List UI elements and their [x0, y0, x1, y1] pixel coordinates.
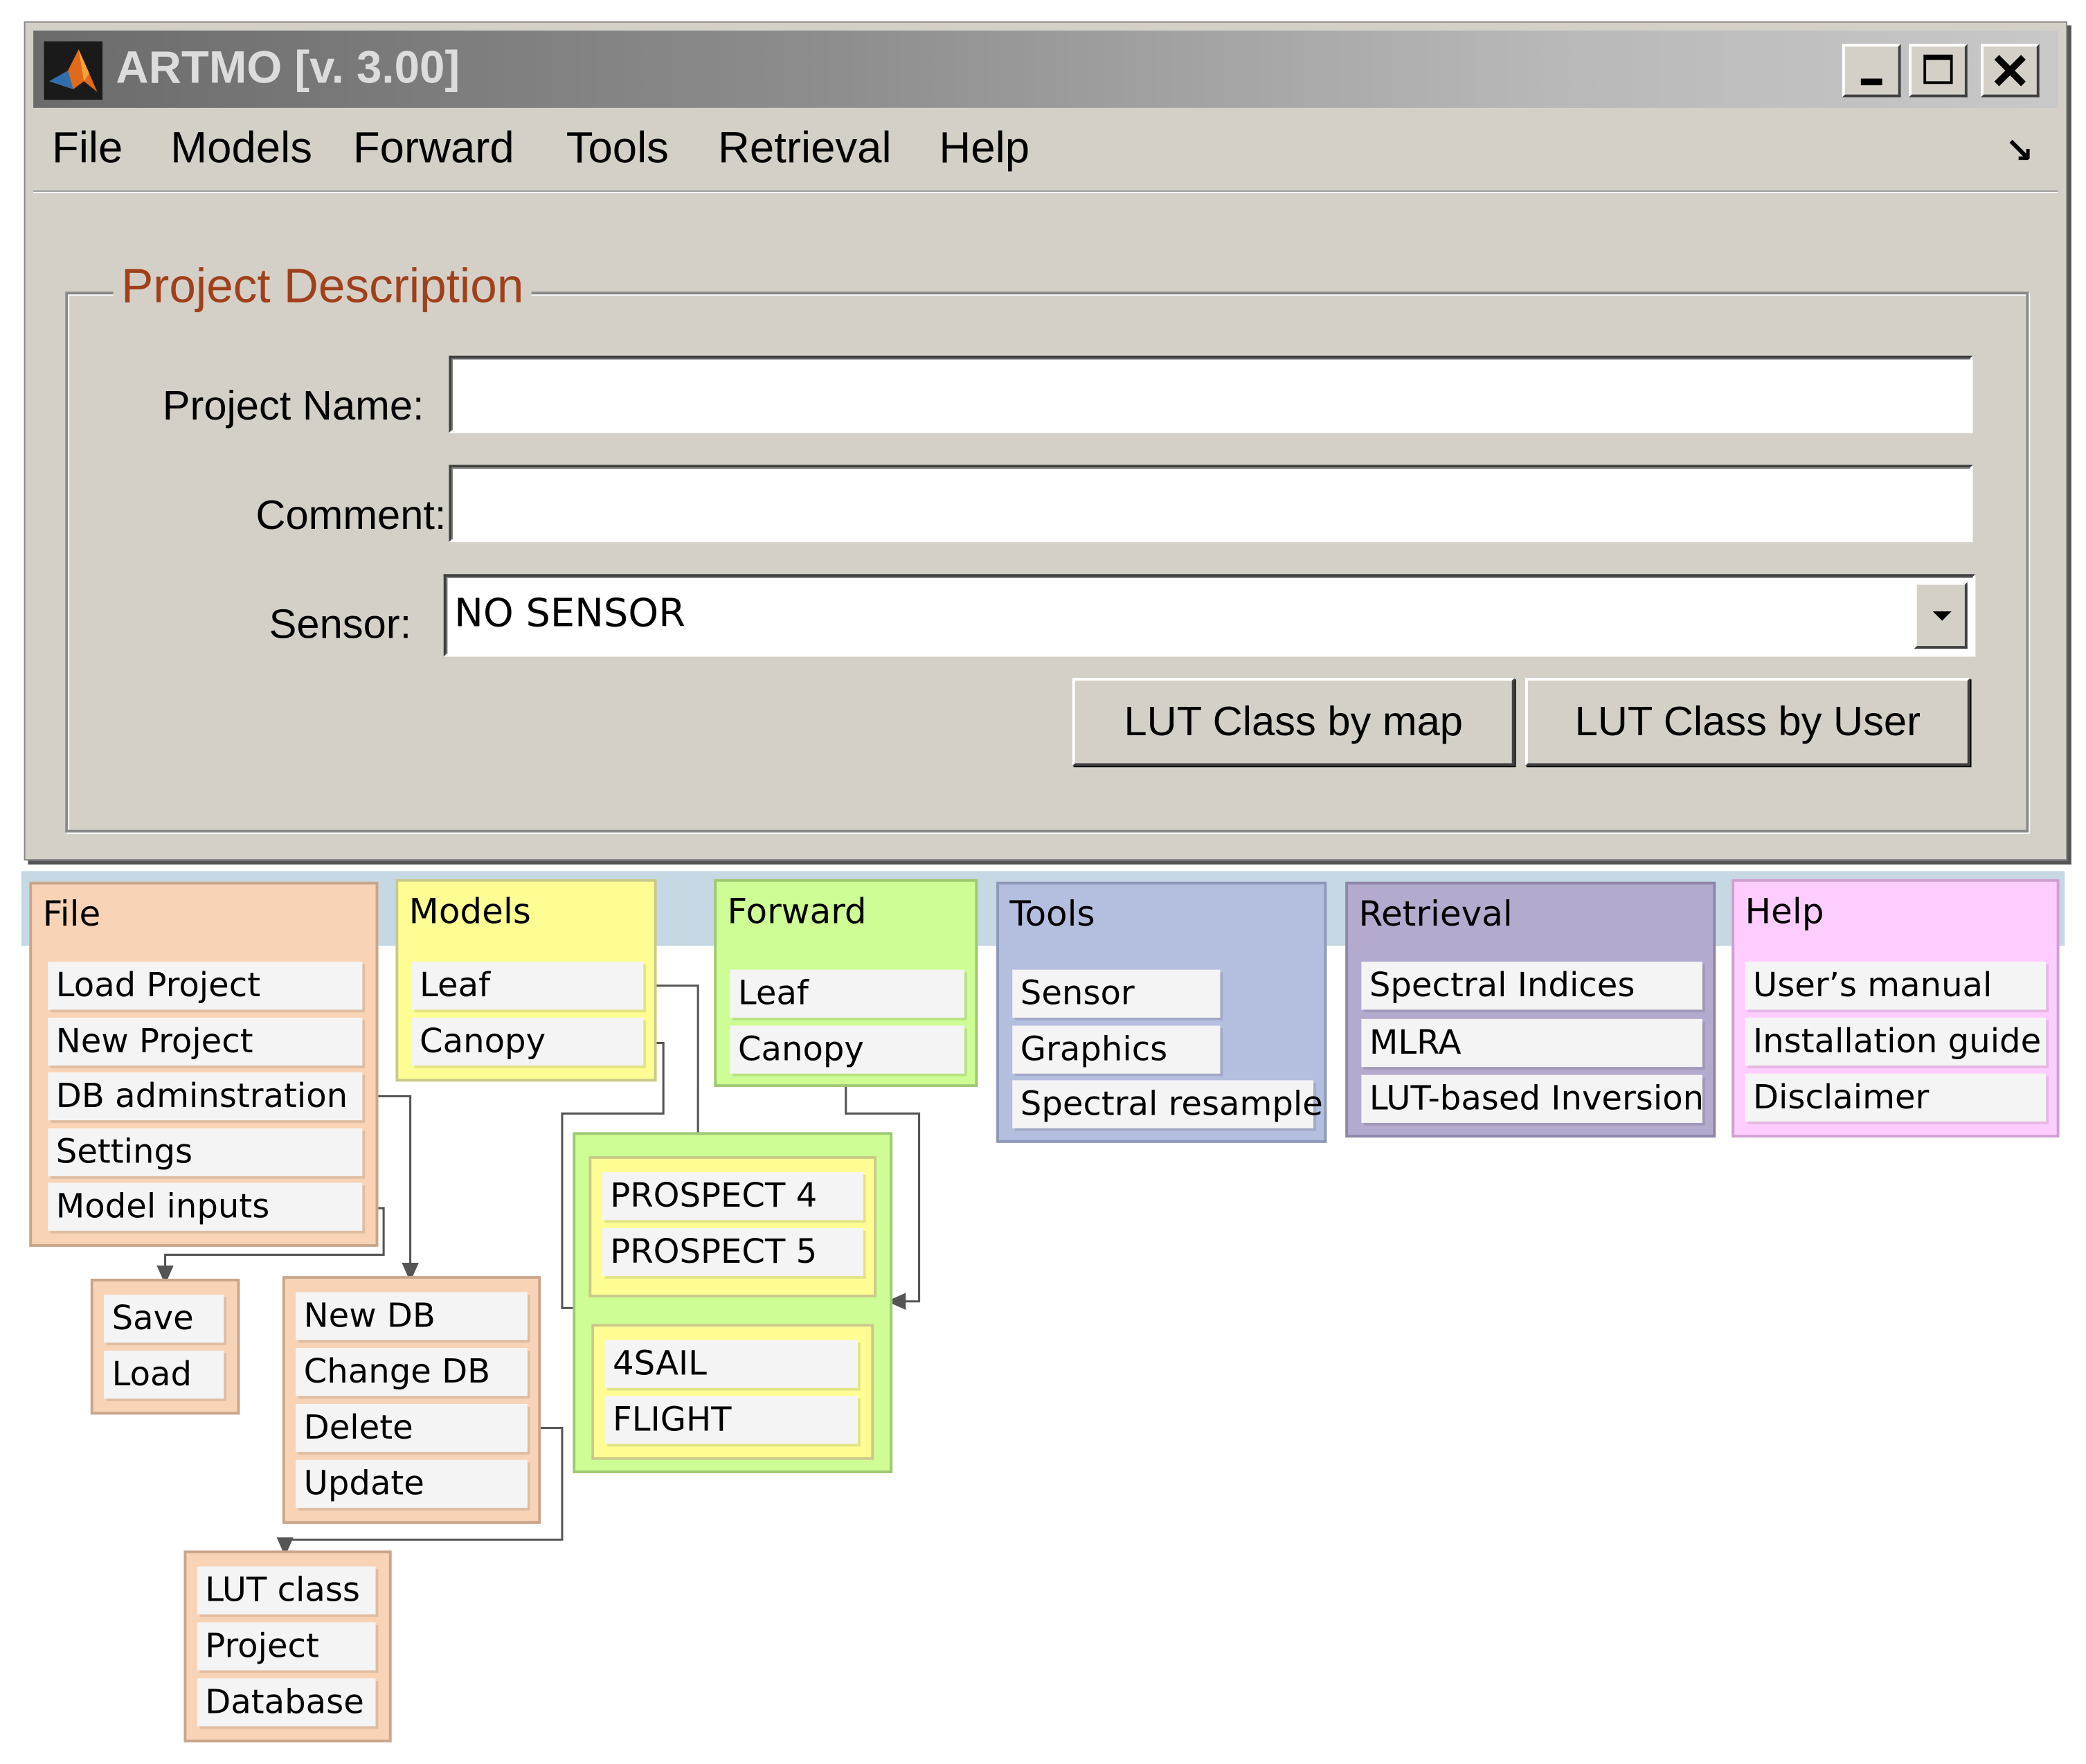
list-item-lut-based-inversion[interactable]: LUT-based Inversion — [1361, 1074, 1704, 1123]
model-inputs-submenu: Save Load — [90, 1279, 240, 1415]
models-menu-box: Models Leaf Canopy — [395, 879, 657, 1082]
list-item-load-project[interactable]: Load Project — [48, 962, 363, 1010]
list-item-model-inputs[interactable]: Model inputs — [48, 1182, 363, 1231]
list-item-delete[interactable]: Delete — [296, 1403, 528, 1452]
list-item-4sail[interactable]: 4SAIL — [604, 1340, 858, 1388]
list-item-project[interactable]: Project — [197, 1622, 376, 1671]
help-menu-title: Help — [1745, 892, 1824, 933]
list-item-models-canopy[interactable]: Canopy — [411, 1017, 644, 1066]
tools-menu-box: Tools Sensor Graphics Spectral resample — [996, 881, 1327, 1143]
list-item-installation-guide[interactable]: Installation guide — [1745, 1017, 2047, 1066]
retrieval-menu-box: Retrieval Spectral Indices MLRA LUT-base… — [1345, 881, 1716, 1138]
forward-menu-title: Forward — [727, 892, 867, 933]
delete-submenu: LUT class Project Database — [183, 1550, 392, 1743]
file-menu-title: File — [42, 894, 101, 935]
help-menu-box: Help User’s manual Installation guide Di… — [1732, 879, 2060, 1138]
list-item-new-db[interactable]: New DB — [296, 1292, 528, 1340]
list-item-flight[interactable]: FLIGHT — [604, 1396, 858, 1444]
list-item-new-project[interactable]: New Project — [48, 1017, 363, 1066]
leaf-models-box: PROSPECT 4 PROSPECT 5 — [588, 1156, 876, 1297]
list-item-mlra[interactable]: MLRA — [1361, 1018, 1702, 1068]
retrieval-menu-title: Retrieval — [1358, 894, 1513, 935]
list-item-db-administration[interactable]: DB adminstration — [48, 1072, 363, 1121]
list-item-sensor[interactable]: Sensor — [1012, 969, 1221, 1018]
models-menu-title: Models — [408, 892, 531, 933]
list-item-lut-class[interactable]: LUT class — [197, 1566, 376, 1614]
tools-menu-title: Tools — [1009, 894, 1095, 935]
list-item-forward-canopy[interactable]: Canopy — [730, 1025, 964, 1074]
list-item-disclaimer[interactable]: Disclaimer — [1745, 1073, 2047, 1122]
list-item-prospect-4[interactable]: PROSPECT 4 — [602, 1172, 863, 1221]
list-item-users-manual[interactable]: User’s manual — [1745, 962, 2047, 1010]
list-item-models-leaf[interactable]: Leaf — [411, 962, 644, 1010]
list-item-spectral-resample[interactable]: Spectral resample — [1012, 1080, 1323, 1128]
file-menu-box: File Load Project New Project DB adminst… — [29, 881, 379, 1247]
list-item-prospect-5[interactable]: PROSPECT 5 — [602, 1227, 863, 1277]
list-item-change-db[interactable]: Change DB — [296, 1348, 528, 1396]
list-item-settings[interactable]: Settings — [48, 1128, 363, 1176]
canopy-models-box: 4SAIL FLIGHT — [591, 1324, 874, 1460]
db-admin-submenu: New DB Change DB Delete Update — [282, 1276, 541, 1524]
list-item-update[interactable]: Update — [296, 1459, 528, 1508]
list-item-save[interactable]: Save — [104, 1295, 224, 1343]
list-item-forward-leaf[interactable]: Leaf — [730, 969, 964, 1018]
forward-menu-box: Forward Leaf Canopy — [714, 879, 978, 1087]
list-item-spectral-indices[interactable]: Spectral Indices — [1361, 962, 1702, 1010]
list-item-load[interactable]: Load — [104, 1350, 224, 1399]
list-item-database[interactable]: Database — [197, 1678, 376, 1727]
list-item-graphics[interactable]: Graphics — [1012, 1025, 1221, 1074]
